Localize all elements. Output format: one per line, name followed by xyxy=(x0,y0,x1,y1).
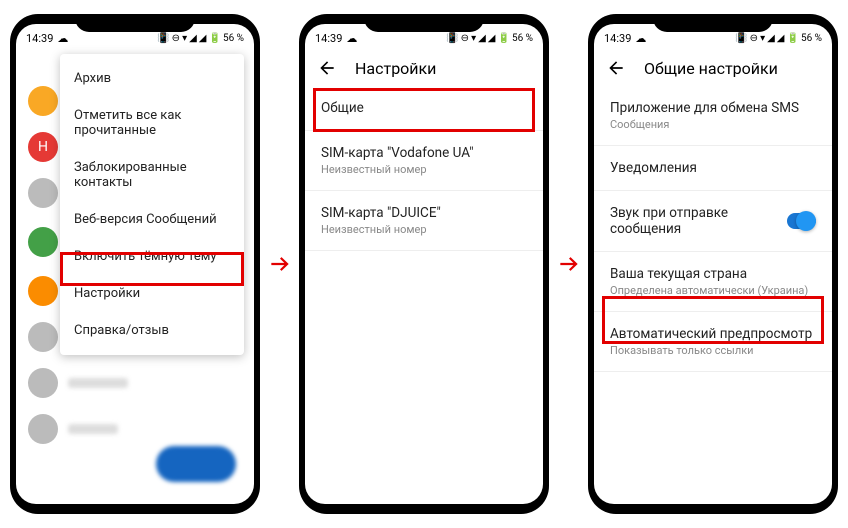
settings-notifications[interactable]: Уведомления xyxy=(594,148,832,188)
sim2-title: SIM-карта "DJUICE" xyxy=(321,205,527,221)
overflow-menu: Архив Отметить все как прочитанные Забло… xyxy=(60,54,244,355)
divider xyxy=(305,130,543,131)
fab-new-chat[interactable] xyxy=(156,446,236,482)
menu-dark-theme[interactable]: Включить тёмную тему xyxy=(60,238,244,275)
menu-settings[interactable]: Настройки xyxy=(60,275,244,312)
notifications-label: Уведомления xyxy=(610,160,816,176)
preview-sub: Показывать только ссылки xyxy=(610,344,816,357)
settings-country[interactable]: Ваша текущая страна Определена автоматич… xyxy=(594,254,832,309)
menu-archive[interactable]: Архив xyxy=(60,60,244,97)
wifi-icon: ▾ xyxy=(760,33,765,44)
dnd-icon: ⊖ xyxy=(172,33,180,44)
battery-pct: 56 % xyxy=(801,33,822,44)
menu-help[interactable]: Справка/отзыв xyxy=(60,312,244,349)
phone-screen-2: 14:39 ☁ 📳 ⊖ ▾ ◢ ◢ 🔋 56 % Настройки Общие xyxy=(305,24,543,504)
status-time: 14:39 xyxy=(26,32,53,45)
signal-icon: ◢ xyxy=(478,33,486,44)
app-bar: Настройки xyxy=(305,48,543,88)
phone-screen-1: 14:39 ☁ 📳 ⊖ ▾ ◢ ◢ 🔋 56 % eS H На xyxy=(16,24,254,504)
settings-send-sound[interactable]: Звук при отправке сообщения xyxy=(594,193,832,249)
sim2-sub: Неизвестный номер xyxy=(321,223,527,236)
back-arrow-icon[interactable] xyxy=(317,58,337,78)
signal-icon: ◢ xyxy=(767,33,775,44)
cloud-icon: ☁ xyxy=(635,32,646,45)
dnd-icon: ⊖ xyxy=(461,33,469,44)
avatar xyxy=(28,414,58,444)
status-time: 14:39 xyxy=(315,32,342,45)
chat-row[interactable] xyxy=(16,360,254,406)
settings-general-label: Общие xyxy=(321,100,527,116)
chat-preview-blur xyxy=(68,424,118,434)
page-title: Общие настройки xyxy=(644,59,778,78)
signal-icon-2: ◢ xyxy=(199,33,207,44)
battery-icon: 🔋 xyxy=(498,33,510,44)
divider xyxy=(594,251,832,252)
settings-auto-preview[interactable]: Автоматический предпросмотр Показывать т… xyxy=(594,314,832,369)
menu-blocked[interactable]: Заблокированные контакты xyxy=(60,149,244,201)
arrow-icon xyxy=(265,251,295,277)
dnd-icon: ⊖ xyxy=(750,33,758,44)
app-bar: Общие настройки xyxy=(594,48,832,88)
avatar: H xyxy=(28,132,58,162)
divider xyxy=(594,145,832,146)
phone-notch xyxy=(364,14,484,32)
divider xyxy=(305,190,543,191)
settings-sim2[interactable]: SIM-карта "DJUICE" Неизвестный номер xyxy=(305,193,543,248)
avatar xyxy=(28,178,58,208)
sim1-title: SIM-карта "Vodafone UA" xyxy=(321,145,527,161)
preview-title: Автоматический предпросмотр xyxy=(610,326,816,342)
avatar xyxy=(28,322,58,352)
signal-icon-2: ◢ xyxy=(777,33,785,44)
avatar xyxy=(28,86,58,116)
divider xyxy=(594,311,832,312)
cloud-icon: ☁ xyxy=(57,32,68,45)
settings-sms-app[interactable]: Приложение для обмена SMS Сообщения xyxy=(594,88,832,143)
sms-app-title: Приложение для обмена SMS xyxy=(610,100,816,116)
menu-web[interactable]: Веб-версия Сообщений xyxy=(60,201,244,238)
phone-frame-2: 14:39 ☁ 📳 ⊖ ▾ ◢ ◢ 🔋 56 % Настройки Общие xyxy=(299,14,549,514)
sms-app-sub: Сообщения xyxy=(610,118,816,131)
avatar xyxy=(28,276,58,306)
wifi-icon: ▾ xyxy=(471,33,476,44)
settings-general[interactable]: Общие xyxy=(305,88,543,128)
divider xyxy=(594,190,832,191)
avatar xyxy=(28,368,58,398)
toggle-switch-on[interactable] xyxy=(787,213,816,229)
battery-icon: 🔋 xyxy=(209,33,221,44)
divider xyxy=(594,371,832,372)
country-title: Ваша текущая страна xyxy=(610,266,816,282)
wifi-icon: ▾ xyxy=(182,33,187,44)
phone-frame-1: 14:39 ☁ 📳 ⊖ ▾ ◢ ◢ 🔋 56 % eS H На xyxy=(10,14,260,514)
arrow-icon xyxy=(554,251,584,277)
phone-notch xyxy=(653,14,773,32)
phone-screen-3: 14:39 ☁ 📳 ⊖ ▾ ◢ ◢ 🔋 56 % Общие настройки… xyxy=(594,24,832,504)
signal-icon: ◢ xyxy=(189,33,197,44)
menu-mark-read[interactable]: Отметить все как прочитанные xyxy=(60,97,244,149)
sound-label: Звук при отправке сообщения xyxy=(610,205,787,237)
back-arrow-icon[interactable] xyxy=(606,58,626,78)
battery-pct: 56 % xyxy=(512,33,533,44)
chat-preview-blur xyxy=(68,378,128,388)
vibrate-icon: 📳 xyxy=(157,33,169,44)
battery-icon: 🔋 xyxy=(787,33,799,44)
sim1-sub: Неизвестный номер xyxy=(321,163,527,176)
vibrate-icon: 📳 xyxy=(446,33,458,44)
divider xyxy=(305,250,543,251)
battery-pct: 56 % xyxy=(223,33,244,44)
cloud-icon: ☁ xyxy=(346,32,357,45)
page-title: Настройки xyxy=(355,59,436,78)
status-time: 14:39 xyxy=(604,32,631,45)
country-sub: Определена автоматически (Украина) xyxy=(610,284,816,297)
signal-icon-2: ◢ xyxy=(488,33,496,44)
phone-notch xyxy=(75,14,195,32)
settings-sim1[interactable]: SIM-карта "Vodafone UA" Неизвестный номе… xyxy=(305,133,543,188)
avatar xyxy=(28,227,58,257)
vibrate-icon: 📳 xyxy=(735,33,747,44)
phone-frame-3: 14:39 ☁ 📳 ⊖ ▾ ◢ ◢ 🔋 56 % Общие настройки… xyxy=(588,14,838,514)
